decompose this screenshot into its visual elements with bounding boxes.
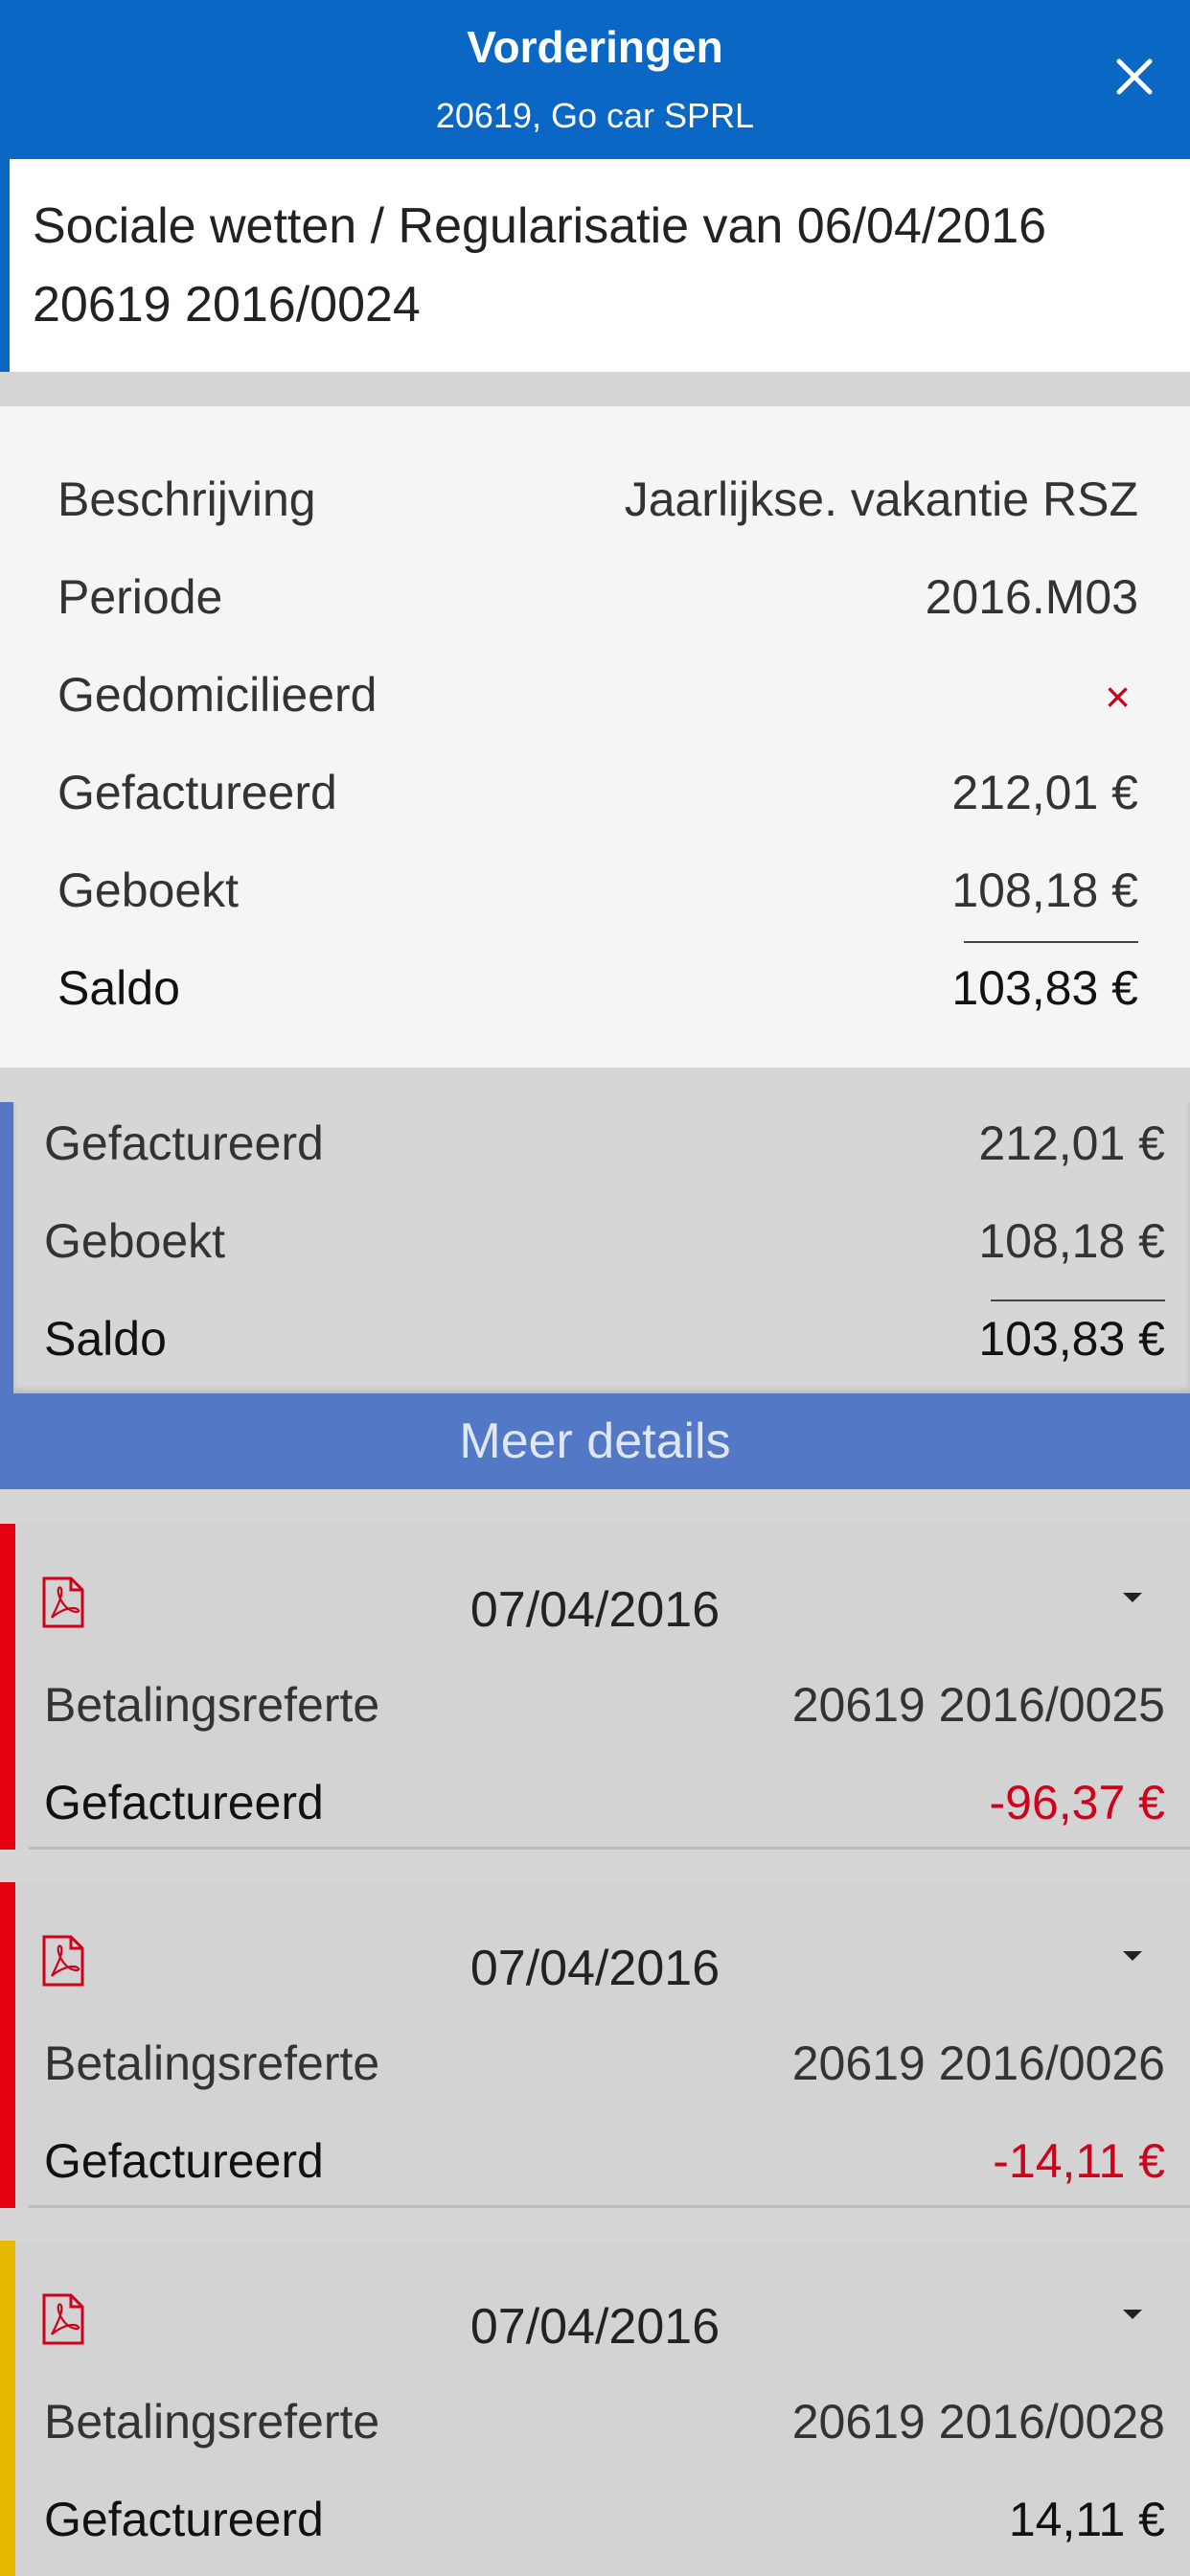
summary-row-balance: Saldo 103,83 € [57, 951, 1138, 1027]
payment-item[interactable]: 07/04/2016 Betalingsreferte 20619 2016/0… [0, 1524, 1190, 1850]
summary-row-period: Periode 2016.M03 [57, 560, 1138, 636]
claim-subject-line1: Sociale wetten / Regularisatie van 06/04… [33, 198, 1047, 254]
item-divider [29, 2205, 1190, 2208]
more-details-button[interactable]: Meer details [0, 1393, 1190, 1489]
summary-row-domiciled: Gedomicilieerd × [57, 657, 1138, 734]
status-indicator [0, 2241, 15, 2576]
summary-value: 212,01 € [951, 766, 1138, 819]
claim-subject: Sociale wetten / Regularisatie van 06/04… [0, 159, 1190, 372]
summary-label: Gedomicilieerd [57, 668, 378, 722]
item-amount-label: Gefactureerd [44, 1776, 324, 1829]
page-title: Vorderingen [467, 22, 723, 72]
close-icon[interactable] [1106, 48, 1163, 105]
claim-summary-card: Beschrijving Jaarlijkse. vakantie RSZ Pe… [0, 406, 1190, 1068]
summary-value: 2016.M03 [925, 570, 1138, 624]
totals-label: Gefactureerd [44, 1116, 324, 1170]
item-amount-value: 14,11 € [1008, 2493, 1165, 2546]
chevron-down-icon[interactable] [1121, 1591, 1144, 1604]
totals-row-balance: Saldo 103,83 € [44, 1301, 1165, 1378]
summary-value: 108,18 € [951, 863, 1138, 917]
chevron-down-icon[interactable] [1121, 1949, 1144, 1963]
payment-item[interactable]: 07/04/2016 Betalingsreferte 20619 2016/0… [0, 2241, 1190, 2576]
totals-label: Geboekt [44, 1214, 226, 1268]
summary-label: Beschrijving [57, 472, 316, 526]
totals-panel: Gefactureerd 212,01 € Geboekt 108,18 € S… [0, 1102, 1190, 1393]
summary-label: Saldo [57, 961, 180, 1015]
status-indicator [0, 1524, 15, 1850]
totals-value: 103,83 € [978, 1312, 1165, 1366]
not-domiciled-icon: × [1105, 672, 1131, 722]
claim-subject-line2: 20619 2016/0024 [33, 277, 421, 333]
totals-label: Saldo [44, 1312, 167, 1366]
totals-value: 108,18 € [978, 1214, 1165, 1268]
payment-item[interactable]: 07/04/2016 Betalingsreferte 20619 2016/0… [0, 1882, 1190, 2208]
chevron-down-icon[interactable] [1121, 2308, 1144, 2321]
status-indicator [0, 1882, 15, 2208]
summary-label: Geboekt [57, 863, 240, 917]
summary-row-description: Beschrijving Jaarlijkse. vakantie RSZ [57, 462, 1138, 539]
item-amount-value: -96,37 € [989, 1776, 1165, 1829]
item-amount-label: Gefactureerd [44, 2493, 324, 2546]
totals-value: 212,01 € [978, 1116, 1165, 1170]
item-ref-label: Betalingsreferte [44, 1678, 380, 1732]
item-ref-label: Betalingsreferte [44, 2036, 380, 2090]
summary-label: Periode [57, 570, 223, 624]
summary-value: 103,83 € [951, 961, 1138, 1015]
item-divider [29, 1847, 1190, 1850]
item-date: 07/04/2016 [469, 1941, 721, 1996]
totals-row-invoiced: Gefactureerd 212,01 € [44, 1106, 1165, 1183]
page-subtitle: 20619, Go car SPRL [435, 96, 755, 135]
totals-row-booked: Geboekt 108,18 € [44, 1204, 1165, 1280]
header-bar: Vorderingen 20619, Go car SPRL [0, 0, 1190, 159]
item-ref-value: 20619 2016/0026 [791, 2036, 1165, 2090]
item-amount-value: -14,11 € [993, 2134, 1165, 2188]
summary-row-booked: Geboekt 108,18 € [57, 853, 1138, 930]
item-amount-label: Gefactureerd [44, 2134, 324, 2188]
sum-divider [964, 941, 1138, 943]
summary-row-invoiced: Gefactureerd 212,01 € [57, 755, 1138, 832]
item-ref-value: 20619 2016/0028 [791, 2395, 1165, 2449]
summary-label: Gefactureerd [57, 766, 337, 819]
item-ref-value: 20619 2016/0025 [791, 1678, 1165, 1732]
summary-value: Jaarlijkse. vakantie RSZ [624, 472, 1138, 526]
item-ref-label: Betalingsreferte [44, 2395, 380, 2449]
item-date: 07/04/2016 [469, 2299, 721, 2355]
item-date: 07/04/2016 [469, 1582, 721, 1638]
